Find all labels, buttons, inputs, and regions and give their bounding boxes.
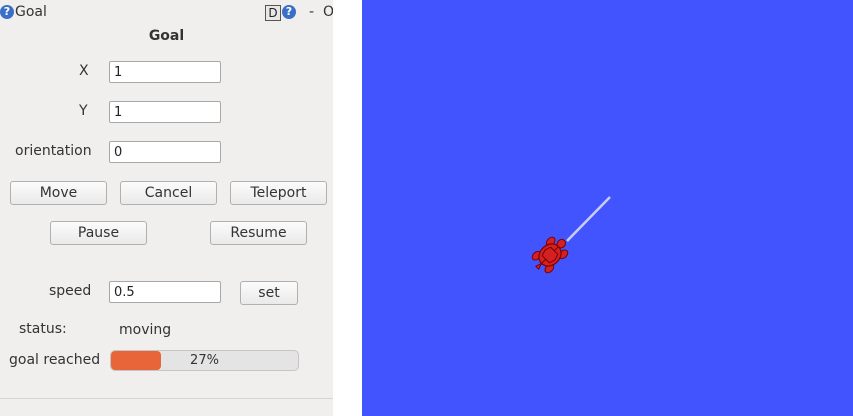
panel-divider — [0, 398, 333, 399]
status-value: moving — [119, 322, 172, 338]
window-gap — [333, 0, 362, 416]
window-titlebar: ? Goal D ? - O — [0, 0, 334, 26]
turtle-scene — [531, 196, 611, 274]
goal-panel: ? Goal D ? - O Goal X Y orientation Move… — [0, 0, 334, 416]
dock-button[interactable]: D — [265, 5, 281, 21]
goal-reached-label: goal reached — [9, 352, 101, 368]
help-icon[interactable]: ? — [0, 5, 14, 19]
orientation-input[interactable] — [109, 141, 221, 163]
help-icon-right[interactable]: ? — [282, 5, 296, 19]
speed-input[interactable] — [109, 281, 221, 303]
teleport-button[interactable]: Teleport — [230, 181, 327, 205]
goal-progress-bar: 27% — [110, 350, 299, 371]
status-label: status: — [19, 321, 67, 337]
cancel-button[interactable]: Cancel — [120, 181, 217, 205]
speed-label: speed — [49, 283, 92, 299]
turtle-canvas — [362, 0, 853, 416]
resume-button[interactable]: Resume — [210, 221, 307, 245]
turtle-icon — [531, 236, 569, 274]
progress-text: 27% — [190, 353, 219, 368]
y-input[interactable] — [109, 101, 221, 123]
turtle-trail — [566, 196, 611, 242]
set-speed-button[interactable]: set — [240, 281, 298, 305]
form-heading: Goal — [148, 28, 185, 44]
pause-button[interactable]: Pause — [50, 221, 147, 245]
x-input[interactable] — [109, 61, 221, 83]
minimize-button[interactable]: - — [309, 4, 314, 20]
window-title: Goal — [15, 4, 47, 20]
x-label: X — [79, 63, 89, 79]
move-button[interactable]: Move — [10, 181, 107, 205]
y-label: Y — [79, 103, 88, 119]
orientation-label: orientation — [15, 143, 92, 159]
